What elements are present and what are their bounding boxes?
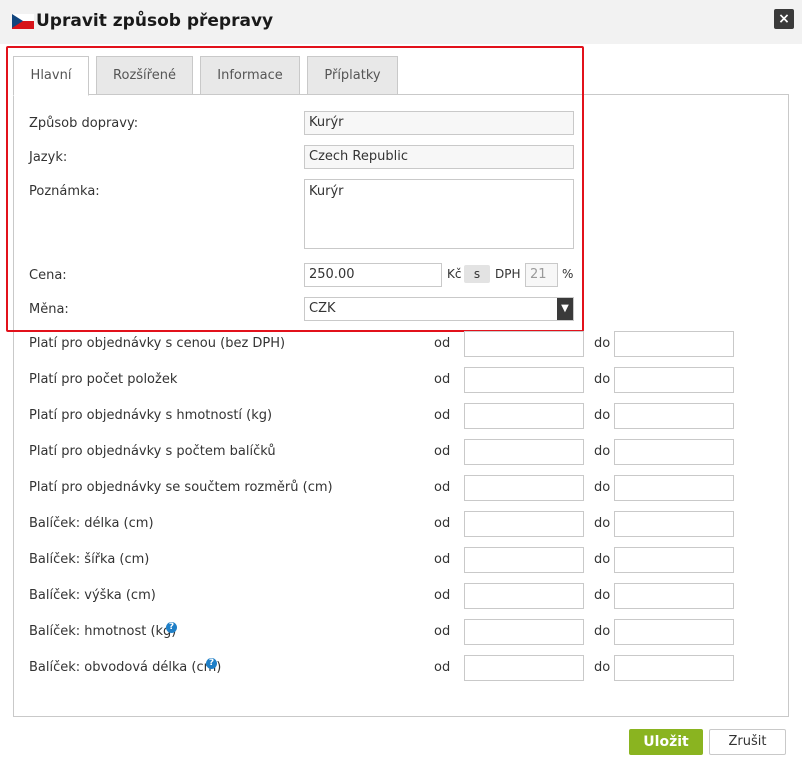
from-label: od <box>434 516 451 531</box>
to-label: do <box>594 480 611 495</box>
range-from-input[interactable] <box>464 367 584 393</box>
cancel-button[interactable]: Zrušit <box>709 729 786 755</box>
range-label: Balíček: obvodová délka (cm) <box>29 660 222 675</box>
czech-flag-icon <box>12 14 34 29</box>
to-label: do <box>594 444 611 459</box>
range-from-input[interactable] <box>464 619 584 645</box>
range-to-input[interactable] <box>614 583 734 609</box>
dialog-titlebar: Upravit způsob přepravy × <box>0 0 802 44</box>
range-label: Balíček: šířka (cm) <box>29 552 150 567</box>
help-icon[interactable]: ? <box>206 658 217 669</box>
to-label: do <box>594 408 611 423</box>
to-label: do <box>594 624 611 639</box>
to-label: do <box>594 372 611 387</box>
range-from-input[interactable] <box>464 475 584 501</box>
save-button[interactable]: Uložit <box>629 729 703 755</box>
to-label: do <box>594 660 611 675</box>
range-to-input[interactable] <box>614 655 734 681</box>
range-label: Platí pro objednávky s hmotností (kg) <box>29 408 273 423</box>
close-icon[interactable]: × <box>774 9 794 29</box>
range-to-input[interactable] <box>614 403 734 429</box>
range-from-input[interactable] <box>464 583 584 609</box>
range-to-input[interactable] <box>614 475 734 501</box>
range-label: Balíček: výška (cm) <box>29 588 156 603</box>
to-label: do <box>594 588 611 603</box>
from-label: od <box>434 336 451 351</box>
range-from-input[interactable] <box>464 439 584 465</box>
range-label: Platí pro objednávky s počtem balíčků <box>29 444 276 459</box>
range-to-input[interactable] <box>614 331 734 357</box>
range-to-input[interactable] <box>614 439 734 465</box>
range-from-input[interactable] <box>464 403 584 429</box>
range-from-input[interactable] <box>464 331 584 357</box>
from-label: od <box>434 408 451 423</box>
range-label: Balíček: hmotnost (kg) <box>29 624 177 639</box>
range-to-input[interactable] <box>614 511 734 537</box>
from-label: od <box>434 588 451 603</box>
from-label: od <box>434 444 451 459</box>
range-from-input[interactable] <box>464 511 584 537</box>
from-label: od <box>434 372 451 387</box>
range-label: Platí pro objednávky se součtem rozměrů … <box>29 480 333 495</box>
from-label: od <box>434 624 451 639</box>
to-label: do <box>594 552 611 567</box>
to-label: do <box>594 336 611 351</box>
range-from-input[interactable] <box>464 655 584 681</box>
dialog-title: Upravit způsob přepravy <box>36 11 274 31</box>
from-label: od <box>434 552 451 567</box>
range-to-input[interactable] <box>614 547 734 573</box>
highlight-box <box>6 46 584 332</box>
range-from-input[interactable] <box>464 547 584 573</box>
from-label: od <box>434 480 451 495</box>
to-label: do <box>594 516 611 531</box>
range-to-input[interactable] <box>614 619 734 645</box>
range-label: Platí pro objednávky s cenou (bez DPH) <box>29 336 286 351</box>
from-label: od <box>434 660 451 675</box>
range-label: Platí pro počet položek <box>29 372 178 387</box>
range-label: Balíček: délka (cm) <box>29 516 154 531</box>
help-icon[interactable]: ? <box>166 622 177 633</box>
range-to-input[interactable] <box>614 367 734 393</box>
